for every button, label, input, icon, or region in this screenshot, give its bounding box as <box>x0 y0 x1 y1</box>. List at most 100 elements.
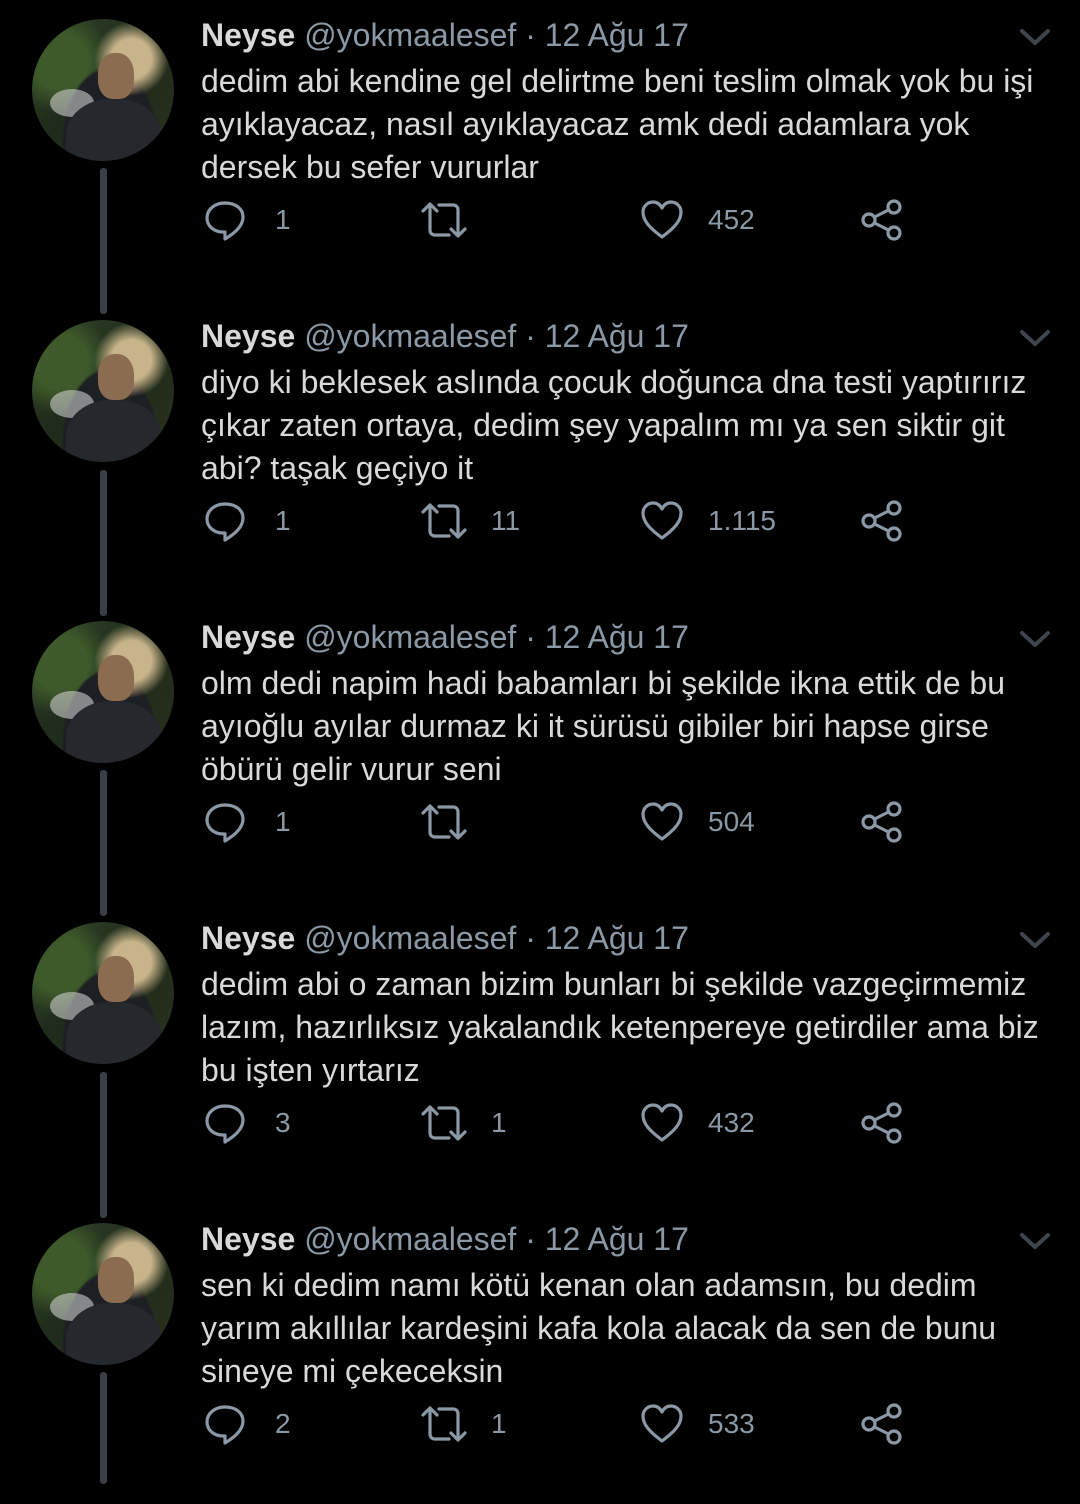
display-name[interactable]: Neyse <box>201 920 295 956</box>
like-count: 432 <box>708 1107 755 1138</box>
like-icon <box>641 1404 683 1443</box>
display-name[interactable]: Neyse <box>201 17 295 53</box>
tweet-text: sen ki dedim namı kötü kenan olan adamsı… <box>201 1267 997 1389</box>
reply-button[interactable]: 1 <box>203 800 291 844</box>
like-button[interactable]: 432 <box>640 1101 755 1145</box>
share-button[interactable] <box>860 499 904 543</box>
share-icon <box>861 1102 902 1144</box>
reply-icon <box>205 1405 245 1445</box>
retweet-button[interactable]: 1 <box>419 1101 507 1145</box>
reply-icon <box>205 1104 245 1144</box>
tweet-date[interactable]: 12 Ağu 17 <box>545 619 689 655</box>
reply-icon <box>205 201 245 241</box>
retweet-icon <box>421 202 467 238</box>
retweet-button[interactable] <box>419 198 491 242</box>
tweet[interactable]: Neyse @yokmaalesef · 12 Ağu 17 diyo ki b… <box>0 301 1080 601</box>
user-handle[interactable]: @yokmaalesef <box>304 920 516 956</box>
retweet-icon <box>421 804 467 840</box>
user-handle[interactable]: @yokmaalesef <box>304 17 516 53</box>
reply-count: 2 <box>275 1408 291 1439</box>
avatar[interactable] <box>32 1223 174 1365</box>
reply-button[interactable]: 2 <box>203 1402 291 1446</box>
retweet-button[interactable]: 11 <box>419 499 520 543</box>
tweet[interactable]: Neyse @yokmaalesef · 12 Ağu 17 sen ki de… <box>0 1204 1080 1504</box>
tweet-header: Neyse @yokmaalesef · 12 Ağu 17 <box>201 317 689 355</box>
tweet-date[interactable]: 12 Ağu 17 <box>545 920 689 956</box>
tweet-text: olm dedi napim hadi babamları bi şekilde… <box>201 665 1006 787</box>
tweet-text: diyo ki beklesek aslında çocuk doğunca d… <box>201 364 1027 486</box>
like-icon <box>641 200 683 239</box>
retweet-icon <box>421 1406 467 1442</box>
tweet-actions: 1 504 <box>0 800 1080 844</box>
share-icon <box>861 801 902 843</box>
separator-dot: · <box>525 1221 536 1257</box>
chevron-down-icon[interactable] <box>1018 327 1052 349</box>
tweet[interactable]: Neyse @yokmaalesef · 12 Ağu 17 dedim abi… <box>0 903 1080 1203</box>
retweet-count: 1 <box>491 1408 507 1439</box>
tweet-header: Neyse @yokmaalesef · 12 Ağu 17 <box>201 16 689 54</box>
reply-button[interactable]: 1 <box>203 198 291 242</box>
chevron-down-icon[interactable] <box>1018 628 1052 650</box>
tweet-date[interactable]: 12 Ağu 17 <box>545 17 689 53</box>
tweet[interactable]: Neyse @yokmaalesef · 12 Ağu 17 dedim abi… <box>0 0 1080 300</box>
reply-count: 1 <box>275 806 291 837</box>
reply-icon <box>205 803 245 843</box>
separator-dot: · <box>525 17 536 53</box>
like-icon <box>641 802 683 841</box>
user-handle[interactable]: @yokmaalesef <box>304 318 516 354</box>
chevron-down-icon[interactable] <box>1018 26 1052 48</box>
like-button[interactable]: 533 <box>640 1402 755 1446</box>
retweet-count: 11 <box>491 505 521 536</box>
retweet-button[interactable]: 1 <box>419 1402 507 1446</box>
avatar[interactable] <box>32 320 174 462</box>
chevron-down-icon[interactable] <box>1018 1230 1052 1252</box>
avatar[interactable] <box>32 19 174 161</box>
chevron-down-icon[interactable] <box>1018 929 1052 951</box>
tweet[interactable]: Neyse @yokmaalesef · 12 Ağu 17 olm dedi … <box>0 602 1080 902</box>
user-handle[interactable]: @yokmaalesef <box>304 1221 516 1257</box>
avatar[interactable] <box>32 621 174 763</box>
share-icon <box>861 500 902 542</box>
tweet-header: Neyse @yokmaalesef · 12 Ağu 17 <box>201 618 689 656</box>
reply-button[interactable]: 3 <box>203 1101 291 1145</box>
tweet-text: dedim abi kendine gel delirtme beni tesl… <box>201 63 1034 185</box>
retweet-count: 1 <box>491 1107 507 1138</box>
like-count: 504 <box>708 806 755 837</box>
tweet-actions: 1 452 <box>0 198 1080 242</box>
like-button[interactable]: 1.115 <box>640 499 776 543</box>
tweet-header: Neyse @yokmaalesef · 12 Ağu 17 <box>201 1220 689 1258</box>
tweet-date[interactable]: 12 Ağu 17 <box>545 318 689 354</box>
tweet-actions: 1 11 1.115 <box>0 499 1080 543</box>
reply-button[interactable]: 1 <box>203 499 291 543</box>
user-handle[interactable]: @yokmaalesef <box>304 619 516 655</box>
reply-count: 1 <box>275 204 291 235</box>
tweet-text: dedim abi o zaman bizim bunları bi şekil… <box>201 966 1039 1088</box>
like-button[interactable]: 452 <box>640 198 755 242</box>
tweet-actions: 3 1 432 <box>0 1101 1080 1145</box>
like-count: 1.115 <box>708 505 776 536</box>
retweet-icon <box>421 1105 467 1141</box>
share-button[interactable] <box>860 800 904 844</box>
like-count: 533 <box>708 1408 755 1439</box>
tweet-actions: 2 1 533 <box>0 1402 1080 1446</box>
share-button[interactable] <box>860 1101 904 1145</box>
reply-count: 1 <box>275 505 291 536</box>
separator-dot: · <box>525 920 536 956</box>
like-count: 452 <box>708 204 755 235</box>
like-icon <box>641 501 683 540</box>
reply-icon <box>205 502 245 542</box>
separator-dot: · <box>525 619 536 655</box>
retweet-icon <box>421 503 467 539</box>
like-button[interactable]: 504 <box>640 800 755 844</box>
display-name[interactable]: Neyse <box>201 619 295 655</box>
tweet-date[interactable]: 12 Ağu 17 <box>545 1221 689 1257</box>
share-button[interactable] <box>860 1402 904 1446</box>
share-button[interactable] <box>860 198 904 242</box>
reply-count: 3 <box>275 1107 291 1138</box>
display-name[interactable]: Neyse <box>201 1221 295 1257</box>
share-icon <box>861 199 902 241</box>
display-name[interactable]: Neyse <box>201 318 295 354</box>
retweet-button[interactable] <box>419 800 491 844</box>
like-icon <box>641 1103 683 1142</box>
avatar[interactable] <box>32 922 174 1064</box>
